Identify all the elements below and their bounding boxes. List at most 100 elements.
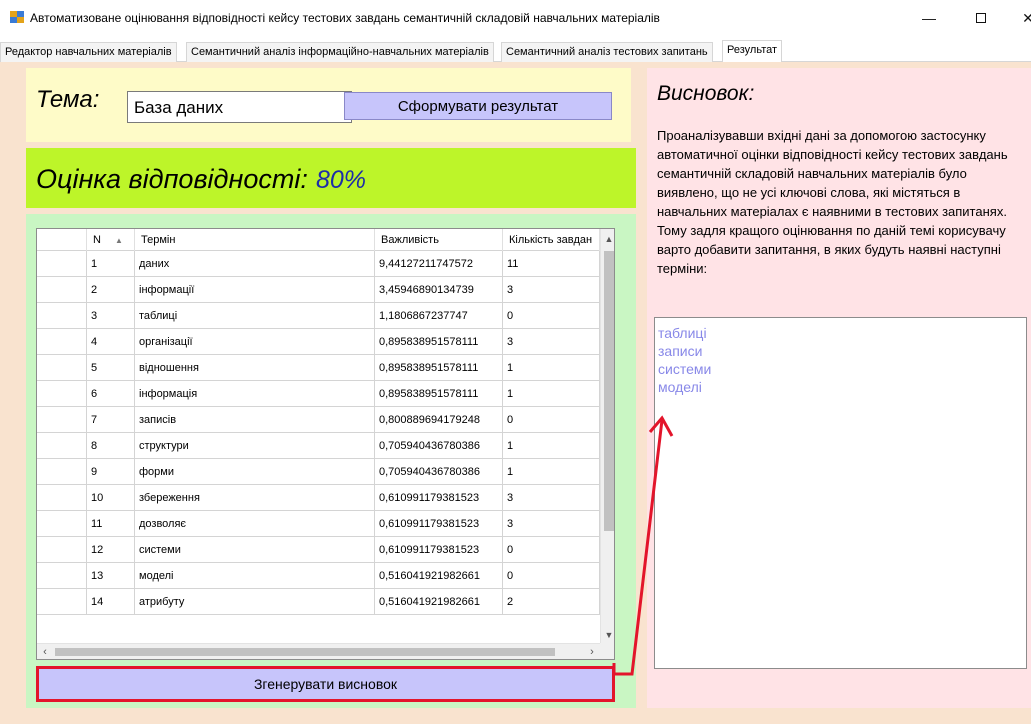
- term-cell[interactable]: таблиці: [135, 303, 375, 329]
- missing-terms-textbox[interactable]: таблиці записи системи моделі: [654, 317, 1027, 669]
- table-row[interactable]: 4 організації 0,895838951578111 3: [37, 329, 600, 355]
- column-header-importance[interactable]: Важливість: [375, 229, 503, 251]
- importance-cell[interactable]: 3,45946890134739: [375, 277, 503, 303]
- importance-cell[interactable]: 9,44127211747572: [375, 251, 503, 277]
- row-selector-cell[interactable]: [37, 537, 87, 563]
- scroll-up-icon[interactable]: ▲: [601, 231, 614, 247]
- tab-material-editor[interactable]: Редактор навчальних матеріалів: [0, 42, 177, 62]
- row-number-cell[interactable]: 2: [87, 277, 135, 303]
- column-header-n[interactable]: N ▲: [87, 229, 135, 251]
- importance-cell[interactable]: 0,705940436780386: [375, 459, 503, 485]
- row-selector-cell[interactable]: [37, 329, 87, 355]
- table-row[interactable]: 13 моделі 0,516041921982661 0: [37, 563, 600, 589]
- table-row[interactable]: 2 інформації 3,45946890134739 3: [37, 277, 600, 303]
- row-selector-cell[interactable]: [37, 355, 87, 381]
- row-selector-cell[interactable]: [37, 433, 87, 459]
- task-count-cell[interactable]: 3: [503, 511, 600, 537]
- term-cell[interactable]: системи: [135, 537, 375, 563]
- importance-cell[interactable]: 0,516041921982661: [375, 563, 503, 589]
- term-cell[interactable]: збереження: [135, 485, 375, 511]
- scroll-right-icon[interactable]: ›: [584, 644, 600, 659]
- row-selector-cell[interactable]: [37, 407, 87, 433]
- importance-cell[interactable]: 0,895838951578111: [375, 355, 503, 381]
- row-number-cell[interactable]: 11: [87, 511, 135, 537]
- row-number-cell[interactable]: 14: [87, 589, 135, 615]
- task-count-cell[interactable]: 1: [503, 381, 600, 407]
- term-cell[interactable]: записів: [135, 407, 375, 433]
- tab-semantic-analysis-materials[interactable]: Семантичний аналіз інформаційно-навчальн…: [186, 42, 494, 62]
- vertical-scrollbar[interactable]: ▲ ▼: [600, 229, 614, 643]
- importance-cell[interactable]: 0,800889694179248: [375, 407, 503, 433]
- row-selector-cell[interactable]: [37, 251, 87, 277]
- task-count-cell[interactable]: 2: [503, 589, 600, 615]
- minimize-button[interactable]: —: [914, 6, 944, 30]
- table-row[interactable]: 3 таблиці 1,1806867237747 0: [37, 303, 600, 329]
- tab-semantic-analysis-questions[interactable]: Семантичний аналіз тестових запитань: [501, 42, 713, 62]
- row-selector-cell[interactable]: [37, 511, 87, 537]
- term-cell[interactable]: інформації: [135, 277, 375, 303]
- row-number-cell[interactable]: 5: [87, 355, 135, 381]
- row-selector-cell[interactable]: [37, 459, 87, 485]
- importance-cell[interactable]: 1,1806867237747: [375, 303, 503, 329]
- importance-cell[interactable]: 0,895838951578111: [375, 329, 503, 355]
- scroll-left-icon[interactable]: ‹: [37, 644, 53, 659]
- terms-table[interactable]: N ▲ Термін Важливість Кількість завдан 1д…: [36, 228, 615, 660]
- table-row[interactable]: 9 форми 0,705940436780386 1: [37, 459, 600, 485]
- scroll-down-icon[interactable]: ▼: [601, 627, 614, 643]
- generate-conclusion-button[interactable]: Згенерувати висновок: [36, 666, 615, 702]
- form-result-button[interactable]: Сформувати результат: [344, 92, 612, 120]
- row-number-cell[interactable]: 12: [87, 537, 135, 563]
- table-row[interactable]: 12 системи 0,610991179381523 0: [37, 537, 600, 563]
- importance-cell[interactable]: 0,610991179381523: [375, 511, 503, 537]
- maximize-button[interactable]: [966, 6, 996, 30]
- task-count-cell[interactable]: 1: [503, 433, 600, 459]
- table-row[interactable]: 8 структури 0,705940436780386 1: [37, 433, 600, 459]
- column-header-row-selector[interactable]: [37, 229, 87, 251]
- row-number-cell[interactable]: 8: [87, 433, 135, 459]
- row-selector-cell[interactable]: [37, 563, 87, 589]
- row-number-cell[interactable]: 4: [87, 329, 135, 355]
- table-row[interactable]: 7 записів 0,800889694179248 0: [37, 407, 600, 433]
- task-count-cell[interactable]: 3: [503, 485, 600, 511]
- column-header-term[interactable]: Термін: [135, 229, 375, 251]
- term-cell[interactable]: атрибуту: [135, 589, 375, 615]
- importance-cell[interactable]: 0,705940436780386: [375, 433, 503, 459]
- term-cell[interactable]: організації: [135, 329, 375, 355]
- vertical-scroll-thumb[interactable]: [604, 251, 614, 531]
- row-number-cell[interactable]: 7: [87, 407, 135, 433]
- row-selector-cell[interactable]: [37, 277, 87, 303]
- table-row[interactable]: 1 даних 9,44127211747572 11: [37, 251, 600, 277]
- term-cell[interactable]: моделі: [135, 563, 375, 589]
- importance-cell[interactable]: 0,516041921982661: [375, 589, 503, 615]
- horizontal-scrollbar[interactable]: ‹ ›: [37, 643, 600, 659]
- close-button[interactable]: ✕: [1018, 6, 1031, 30]
- term-cell[interactable]: даних: [135, 251, 375, 277]
- row-number-cell[interactable]: 10: [87, 485, 135, 511]
- importance-cell[interactable]: 0,610991179381523: [375, 537, 503, 563]
- column-header-task-count[interactable]: Кількість завдан: [503, 229, 600, 251]
- term-cell[interactable]: дозволяє: [135, 511, 375, 537]
- table-row[interactable]: 6 інформація 0,895838951578111 1: [37, 381, 600, 407]
- row-selector-cell[interactable]: [37, 303, 87, 329]
- tab-result[interactable]: Результат: [722, 40, 783, 62]
- table-row[interactable]: 11 дозволяє 0,610991179381523 3: [37, 511, 600, 537]
- task-count-cell[interactable]: 0: [503, 537, 600, 563]
- row-number-cell[interactable]: 13: [87, 563, 135, 589]
- table-row[interactable]: 14 атрибуту 0,516041921982661 2: [37, 589, 600, 615]
- row-number-cell[interactable]: 3: [87, 303, 135, 329]
- term-cell[interactable]: відношення: [135, 355, 375, 381]
- importance-cell[interactable]: 0,610991179381523: [375, 485, 503, 511]
- task-count-cell[interactable]: 11: [503, 251, 600, 277]
- row-selector-cell[interactable]: [37, 381, 87, 407]
- task-count-cell[interactable]: 0: [503, 407, 600, 433]
- term-cell[interactable]: структури: [135, 433, 375, 459]
- task-count-cell[interactable]: 1: [503, 355, 600, 381]
- term-cell[interactable]: форми: [135, 459, 375, 485]
- task-count-cell[interactable]: 0: [503, 303, 600, 329]
- task-count-cell[interactable]: 3: [503, 277, 600, 303]
- term-cell[interactable]: інформація: [135, 381, 375, 407]
- table-row[interactable]: 5 відношення 0,895838951578111 1: [37, 355, 600, 381]
- row-number-cell[interactable]: 9: [87, 459, 135, 485]
- table-row[interactable]: 10 збереження 0,610991179381523 3: [37, 485, 600, 511]
- horizontal-scroll-thumb[interactable]: [55, 648, 555, 656]
